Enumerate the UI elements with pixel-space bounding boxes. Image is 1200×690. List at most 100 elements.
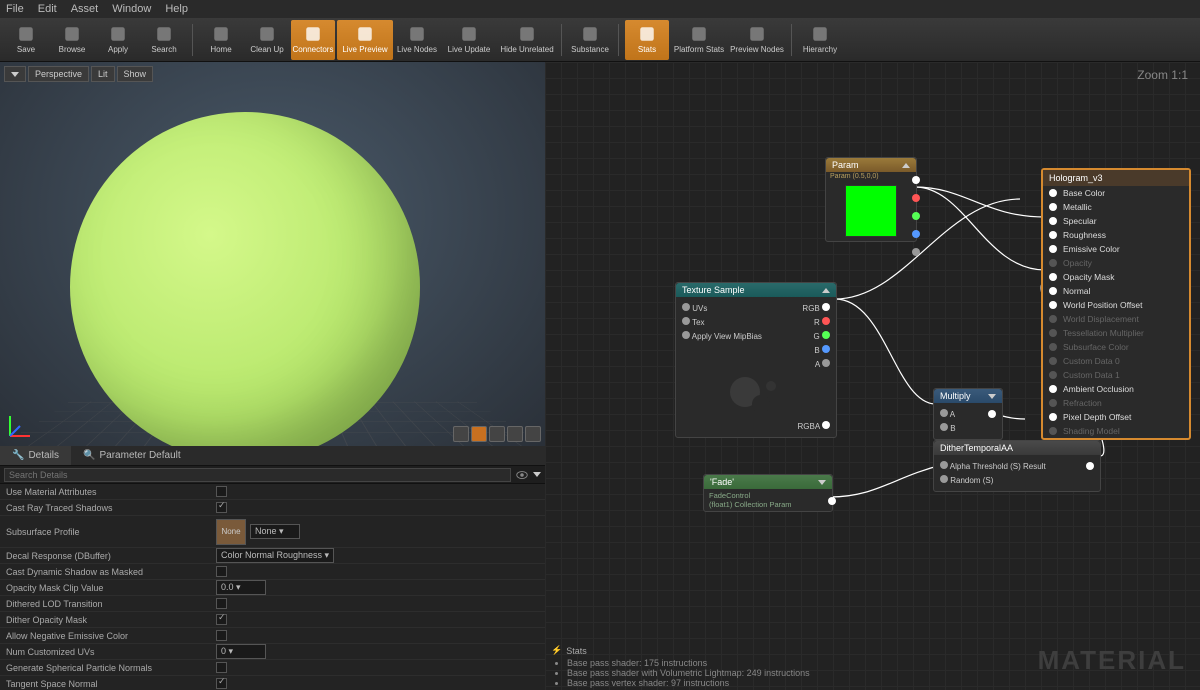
output-pin[interactable]: Custom Data 1	[1043, 368, 1189, 382]
viewport-shape-icons[interactable]	[453, 426, 541, 442]
liveupdate-button[interactable]: Live Update	[441, 20, 497, 60]
menu-asset[interactable]: Asset	[71, 3, 99, 15]
output-pin[interactable]: Custom Data 0	[1043, 354, 1189, 368]
checkbox[interactable]	[216, 630, 227, 641]
axis-gizmo-icon	[6, 412, 34, 440]
show-button[interactable]: Show	[117, 66, 154, 82]
preview-viewport[interactable]: Perspective Lit Show	[0, 62, 545, 446]
property-row: Num Customized UVs0 ▾	[0, 644, 545, 660]
property-label: Dither Opacity Mask	[6, 615, 216, 625]
checkbox[interactable]	[216, 502, 227, 513]
checkbox[interactable]	[216, 662, 227, 673]
material-graph[interactable]: Zoom 1:1 MATERIAL Param Param (0.5,0,0) …	[545, 62, 1200, 690]
number-field[interactable]: 0 ▾	[216, 644, 266, 659]
node-multiply[interactable]: Multiply A B	[933, 388, 1003, 440]
output-pin[interactable]: Subsurface Color	[1043, 340, 1189, 354]
menu-file[interactable]: File	[6, 3, 24, 15]
stats-button[interactable]: Stats	[625, 20, 669, 60]
apply-button[interactable]: Apply	[96, 20, 140, 60]
node-texture-sample[interactable]: Texture Sample UVsRGB TexR Apply View Mi…	[675, 282, 837, 438]
material-watermark: MATERIAL	[1038, 645, 1186, 676]
property-label: Generate Spherical Particle Normals	[6, 663, 216, 673]
output-pin[interactable]: Tessellation Multiplier	[1043, 326, 1189, 340]
property-row: Decal Response (DBuffer)Color Normal Rou…	[0, 548, 545, 564]
save-button[interactable]: Save	[4, 20, 48, 60]
search-button[interactable]: Search	[142, 20, 186, 60]
property-label: Decal Response (DBuffer)	[6, 551, 216, 561]
hierarchy-button[interactable]: Hierarchy	[798, 20, 842, 60]
details-search-row	[0, 466, 545, 484]
property-row: Generate Spherical Particle Normals	[0, 660, 545, 676]
viewport-dropdown[interactable]	[4, 66, 26, 82]
property-row: Opacity Mask Clip Value0.0 ▾	[0, 580, 545, 596]
main-toolbar: SaveBrowseApplySearch HomeClean UpConnect…	[0, 18, 1200, 62]
menu-window[interactable]: Window	[112, 3, 151, 15]
output-pin[interactable]: Normal	[1043, 284, 1189, 298]
perspective-button[interactable]: Perspective	[28, 66, 89, 82]
checkbox[interactable]	[216, 598, 227, 609]
substance-button[interactable]: Substance	[568, 20, 612, 60]
connectors-button[interactable]: Connectors	[291, 20, 335, 60]
menu-help[interactable]: Help	[165, 3, 188, 15]
lit-button[interactable]: Lit	[91, 66, 115, 82]
property-row: Cast Ray Traced Shadows	[0, 500, 545, 516]
output-pin[interactable]: Pixel Depth Offset	[1043, 410, 1189, 424]
node-dither-temporal-aa[interactable]: DitherTemporalAA Alpha Threshold (S) Res…	[933, 440, 1101, 492]
node-fade[interactable]: 'Fade' FadeControl (float1) Collection P…	[703, 474, 833, 512]
output-pin[interactable]: World Displacement	[1043, 312, 1189, 326]
output-pin[interactable]: Emissive Color	[1043, 242, 1189, 256]
tab-details[interactable]: 🔧Details	[0, 446, 71, 465]
property-row: Dithered LOD Transition	[0, 596, 545, 612]
search-input[interactable]	[4, 468, 511, 482]
output-pin[interactable]: Base Color	[1043, 186, 1189, 200]
output-pin[interactable]: Ambient Occlusion	[1043, 382, 1189, 396]
texture-preview-icon	[726, 373, 786, 417]
property-row: Allow Negative Emissive Color	[0, 628, 545, 644]
previewnodes-button[interactable]: Preview Nodes	[729, 20, 785, 60]
node-param[interactable]: Param Param (0.5,0,0)	[825, 157, 917, 242]
checkbox[interactable]	[216, 678, 227, 689]
output-pin[interactable]: Metallic	[1043, 200, 1189, 214]
param-subtitle: Param (0.5,0,0)	[826, 172, 916, 181]
dropdown[interactable]: None ▾	[250, 524, 300, 539]
material-output-node[interactable]: Hologram_v3 Base ColorMetallicSpecularRo…	[1041, 168, 1191, 440]
eye-icon[interactable]	[515, 468, 529, 482]
property-label: Use Material Attributes	[6, 487, 216, 497]
output-pin[interactable]: World Position Offset	[1043, 298, 1189, 312]
dropdown[interactable]: Color Normal Roughness ▾	[216, 548, 334, 563]
livenodes-button[interactable]: Live Nodes	[395, 20, 439, 60]
stat-line: Base pass shader with Volumetric Lightma…	[567, 668, 810, 678]
number-field[interactable]: 0.0 ▾	[216, 580, 266, 595]
output-pin[interactable]: Shading Model	[1043, 424, 1189, 438]
cleanup-button[interactable]: Clean Up	[245, 20, 289, 60]
output-pin[interactable]: Opacity	[1043, 256, 1189, 270]
hideunrelated-button[interactable]: Hide Unrelated	[499, 20, 555, 60]
platformstats-button[interactable]: Platform Stats	[671, 20, 727, 60]
property-label: Allow Negative Emissive Color	[6, 631, 216, 641]
details-tabs: 🔧Details 🔍Parameter Default	[0, 446, 545, 466]
home-button[interactable]: Home	[199, 20, 243, 60]
stat-line: Base pass shader: 175 instructions	[567, 658, 810, 668]
output-pin[interactable]: Refraction	[1043, 396, 1189, 410]
livepreview-button[interactable]: Live Preview	[337, 20, 393, 60]
stats-panel: ⚡Stats Base pass shader: 175 instruction…	[551, 645, 810, 688]
property-label: Cast Dynamic Shadow as Masked	[6, 567, 216, 577]
checkbox[interactable]	[216, 566, 227, 577]
checkbox[interactable]	[216, 486, 227, 497]
menu-chevron-icon[interactable]	[533, 472, 541, 477]
checkbox[interactable]	[216, 614, 227, 625]
property-label: Num Customized UVs	[6, 647, 216, 657]
property-row: Use Material Attributes	[0, 484, 545, 500]
property-row: Subsurface ProfileNoneNone ▾	[0, 516, 545, 548]
tab-parameter-default[interactable]: 🔍Parameter Default	[71, 446, 193, 465]
output-pin[interactable]: Opacity Mask	[1043, 270, 1189, 284]
lightning-icon: ⚡	[551, 645, 562, 656]
menu-edit[interactable]: Edit	[38, 3, 57, 15]
output-pin[interactable]: Roughness	[1043, 228, 1189, 242]
zoom-label: Zoom 1:1	[1137, 68, 1188, 82]
output-title: Hologram_v3	[1043, 170, 1189, 186]
profile-swatch[interactable]: None	[216, 519, 246, 545]
param-color-swatch	[845, 185, 897, 237]
output-pin[interactable]: Specular	[1043, 214, 1189, 228]
browse-button[interactable]: Browse	[50, 20, 94, 60]
